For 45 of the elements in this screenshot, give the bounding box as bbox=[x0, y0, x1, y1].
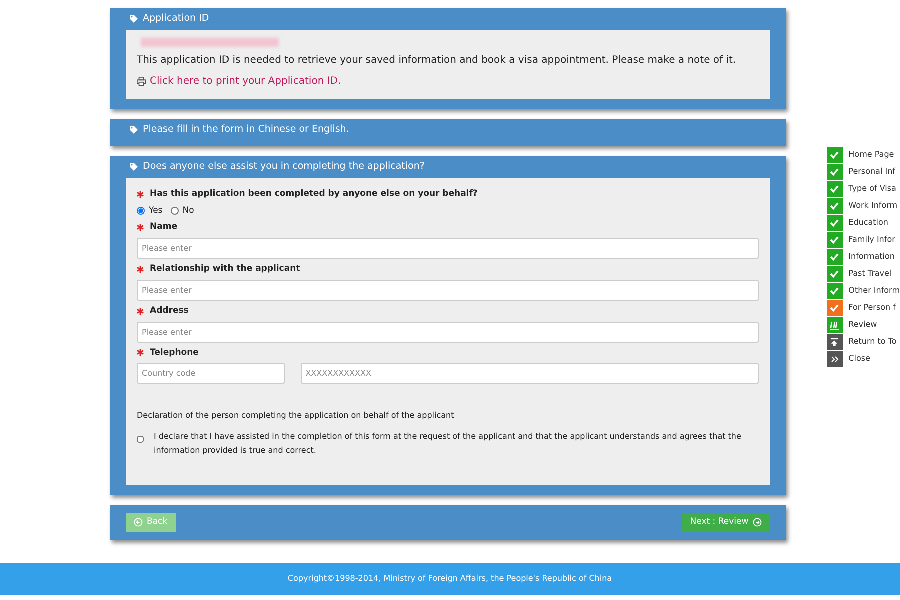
checkbox[interactable] bbox=[137, 436, 144, 444]
declaration-title: Declaration of the person completing the application on behalf of the applicant bbox=[137, 410, 456, 422]
field-label: Address bbox=[150, 304, 189, 318]
field-label: Telephone bbox=[150, 346, 199, 360]
text-field[interactable]: Country code bbox=[137, 363, 285, 384]
sidebar-item[interactable]: Home Page bbox=[826, 147, 900, 163]
sidebar-item[interactable]: Type of Visa bbox=[826, 181, 900, 197]
text-field[interactable]: Please enter bbox=[137, 280, 759, 301]
arrow-up-icon bbox=[830, 338, 840, 346]
info-text: This application ID is needed to retrieve your saved information and book a visa appointment. Please make a note of it. bbox=[137, 54, 738, 68]
arrow-right-icon bbox=[752, 518, 762, 528]
field-label: Relationship with the applicant bbox=[150, 263, 300, 276]
tag-icon bbox=[130, 162, 138, 171]
panel-title: Does anyone else assist you in completing the application? bbox=[143, 160, 425, 174]
field-label: Name bbox=[150, 221, 178, 234]
arrow-left-icon bbox=[134, 518, 143, 528]
radio-button[interactable] bbox=[137, 206, 145, 215]
sidebar-item[interactable]: Review bbox=[826, 317, 900, 333]
sidebar-item[interactable]: Education bbox=[826, 215, 900, 231]
sidebar-item[interactable]: Return to To bbox=[826, 334, 900, 350]
tag-icon bbox=[130, 15, 138, 24]
text-field[interactable]: Please enter bbox=[137, 322, 759, 342]
double-chevron-icon bbox=[830, 356, 839, 362]
sidebar-item[interactable]: Work Inform bbox=[826, 198, 900, 214]
sidebar-item[interactable]: Close bbox=[826, 351, 900, 367]
footer-copyright: Copyright©1998-2014, Ministry of Foreign Affairs, the People's Republic of China bbox=[0, 563, 900, 595]
print-link[interactable]: Click here to print your Application ID. bbox=[150, 74, 342, 90]
field-label: Has this application been completed by anyone else on your behalf? bbox=[150, 188, 478, 200]
sidebar-item[interactable]: Past Travel bbox=[826, 266, 900, 282]
radio-button[interactable] bbox=[170, 206, 179, 215]
panel-title: Application ID bbox=[143, 12, 210, 26]
text-field[interactable]: Please enter bbox=[137, 238, 759, 259]
radio-label: No bbox=[182, 204, 194, 218]
panel-title: Please fill in the form in Chinese or English. bbox=[143, 123, 350, 138]
printer-icon bbox=[137, 77, 146, 86]
sidebar-item[interactable]: Other Inform bbox=[826, 283, 900, 299]
sidebar-item[interactable]: Information bbox=[826, 249, 900, 265]
declaration-text: I declare that I have assisted in the completion of this form at the request of the applicant and that the applicant understands and agrees that the information provided is true and correct. bbox=[154, 431, 742, 457]
radio-label: Yes bbox=[149, 204, 163, 218]
sidebar-item[interactable]: Family Infor bbox=[826, 232, 900, 248]
text-field[interactable]: XXXXXXXXXXXX bbox=[300, 363, 759, 384]
tag-icon bbox=[130, 126, 138, 134]
review-icon bbox=[830, 320, 840, 330]
sidebar-item[interactable]: For Person f bbox=[826, 300, 900, 316]
sidebar-item[interactable]: Personal Inf bbox=[826, 164, 900, 180]
